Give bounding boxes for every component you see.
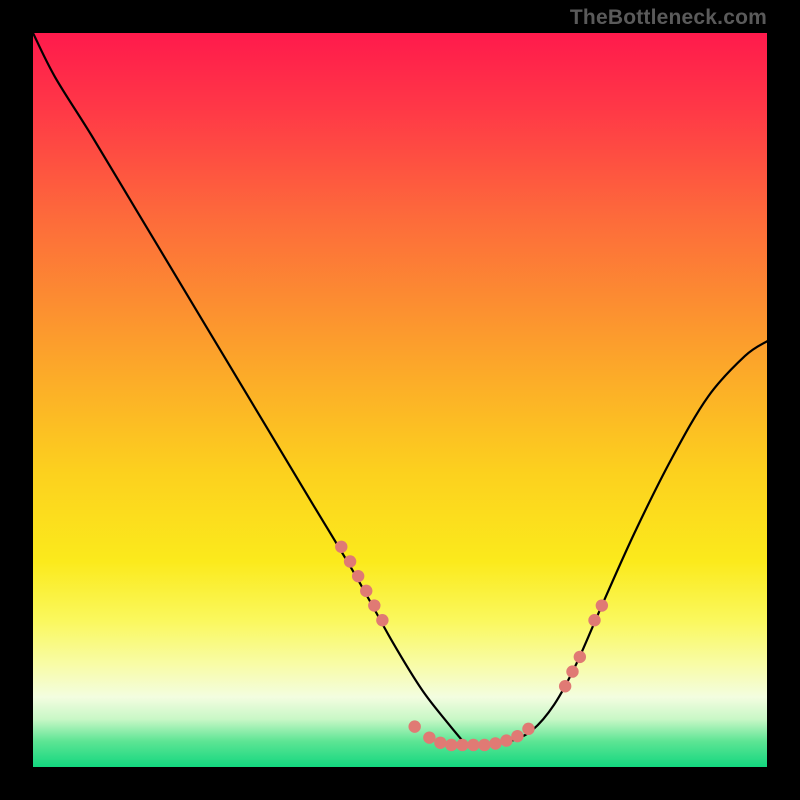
marker-point bbox=[360, 585, 372, 597]
marker-point bbox=[511, 730, 523, 742]
plot-area bbox=[33, 33, 767, 767]
marker-point bbox=[335, 541, 347, 553]
marker-point bbox=[596, 599, 608, 611]
marker-point bbox=[489, 737, 501, 749]
marker-point bbox=[467, 739, 479, 751]
marker-point bbox=[588, 614, 600, 626]
marker-point bbox=[344, 555, 356, 567]
marker-point bbox=[445, 739, 457, 751]
watermark-text: TheBottleneck.com bbox=[570, 6, 767, 30]
chart-frame: TheBottleneck.com bbox=[0, 0, 800, 800]
marker-point bbox=[478, 739, 490, 751]
marker-point bbox=[522, 723, 534, 735]
left-curve-line bbox=[33, 33, 466, 745]
marker-point bbox=[456, 739, 468, 751]
marker-point bbox=[559, 680, 571, 692]
marker-point bbox=[566, 665, 578, 677]
marker-point bbox=[408, 720, 420, 732]
marker-point bbox=[368, 599, 380, 611]
marker-point bbox=[500, 734, 512, 746]
right-curve-line bbox=[466, 341, 767, 745]
marker-point bbox=[434, 737, 446, 749]
marker-group bbox=[335, 541, 608, 752]
marker-point bbox=[352, 570, 364, 582]
curves-layer bbox=[33, 33, 767, 767]
marker-point bbox=[376, 614, 388, 626]
marker-point bbox=[423, 731, 435, 743]
marker-point bbox=[574, 651, 586, 663]
